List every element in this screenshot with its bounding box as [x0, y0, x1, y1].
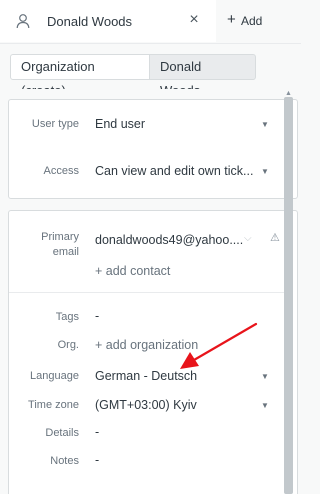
warning-icon[interactable]: ⚠	[270, 231, 280, 244]
access-label: Access	[43, 165, 79, 177]
notes-label: Notes	[50, 455, 79, 467]
primary-email-field[interactable]: donaldwoods49@yahoo....	[95, 233, 243, 247]
chevron-down-icon[interactable]: ⌵	[244, 233, 252, 244]
breadcrumb-user[interactable]: Donald Woods	[149, 54, 256, 98]
tab-donald-woods[interactable]: Donald Woods ×	[0, 0, 216, 42]
language-label: Language	[30, 370, 79, 382]
user-type-label: User type	[31, 118, 79, 130]
notes-field[interactable]: -	[95, 453, 99, 467]
breadcrumb-organization[interactable]: Organization (create)	[10, 54, 150, 98]
close-icon[interactable]: ×	[186, 11, 202, 29]
add-tab-button[interactable]: + Add	[217, 0, 301, 42]
breadcrumb: Organization (create) Donald Woods	[0, 43, 301, 98]
details-field[interactable]: -	[95, 425, 99, 439]
org-label: Org.	[57, 339, 79, 351]
add-organization-link[interactable]: + add organization	[95, 338, 198, 352]
details-label: Details	[45, 427, 79, 439]
access-select[interactable]: Can view and edit own tick...	[95, 164, 253, 178]
tags-field[interactable]: -	[95, 309, 99, 323]
tab-label: Donald Woods	[47, 14, 133, 29]
chevron-down-icon[interactable]: ▼	[261, 372, 269, 381]
plus-icon: +	[227, 11, 236, 28]
language-select[interactable]: German - Deutsch	[95, 369, 197, 383]
timezone-label: Time zone	[28, 399, 79, 411]
chevron-down-icon[interactable]: ▼	[261, 401, 269, 410]
tags-label: Tags	[55, 311, 79, 323]
user-settings-card	[8, 99, 298, 199]
user-icon	[16, 13, 30, 29]
primary-email-label-line1: Primary	[41, 231, 79, 243]
add-tab-label: Add	[241, 14, 263, 28]
primary-email-label-line2: email	[52, 246, 79, 258]
scrollbar[interactable]	[284, 97, 293, 494]
timezone-select[interactable]: (GMT+03:00) Kyiv	[95, 398, 197, 412]
divider	[9, 292, 291, 293]
user-type-select[interactable]: End user	[95, 117, 145, 131]
add-contact-link[interactable]: + add contact	[95, 264, 170, 278]
chevron-down-icon[interactable]: ▼	[261, 120, 269, 129]
tab-bar: Donald Woods × + Add	[0, 0, 301, 42]
chevron-down-icon[interactable]: ▼	[261, 167, 269, 176]
